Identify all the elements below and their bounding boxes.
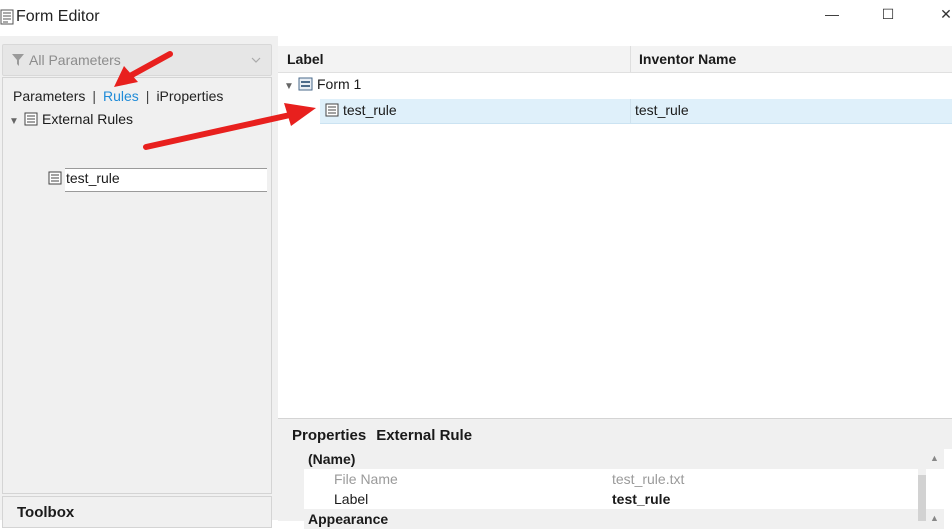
property-category-appearance[interactable]: Appearance ▲	[304, 509, 944, 529]
collapse-arrow-icon[interactable]: ▲	[930, 513, 939, 523]
form-tree-header: Label Inventor Name	[278, 46, 952, 73]
property-value: test_rule.txt	[612, 471, 685, 487]
tab-separator: |	[92, 88, 96, 104]
tree-item-label: External Rules	[42, 111, 134, 127]
filter-label: All Parameters	[29, 52, 121, 68]
property-row-label[interactable]: Label test_rule	[304, 489, 944, 509]
property-value-input[interactable]: test_rule	[612, 491, 670, 507]
tab-iproperties[interactable]: iProperties	[156, 88, 223, 104]
title-bar: Form Editor — ☐ ✕	[0, 0, 952, 36]
window-title: Form Editor	[16, 8, 100, 25]
rule-scroll-icon	[24, 112, 38, 126]
property-category-name[interactable]: (Name) ▲	[304, 449, 944, 469]
browser-tabs: Parameters | Rules | iProperties	[13, 88, 223, 104]
scrollbar-thumb[interactable]	[918, 475, 926, 521]
row-label-text: test_rule	[343, 102, 397, 118]
rule-scroll-icon	[325, 103, 339, 117]
column-header-inventor-name[interactable]: Inventor Name	[639, 51, 736, 67]
form-icon	[298, 77, 313, 91]
rule-scroll-icon	[48, 171, 62, 185]
toolbox-label: Toolbox	[17, 504, 75, 521]
toolbox-panel[interactable]: Toolbox	[2, 496, 272, 528]
properties-panel: Properties External Rule (Name) ▲ File Na…	[278, 418, 952, 529]
column-header-label[interactable]: Label	[287, 51, 324, 67]
maximize-button[interactable]: ☐	[874, 6, 902, 28]
parameter-filter-dropdown[interactable]: All Parameters	[2, 44, 272, 76]
collapse-arrow-icon[interactable]: ▲	[930, 453, 939, 463]
properties-heading: Properties	[292, 427, 367, 444]
properties-title: Properties External Rule	[292, 427, 482, 444]
category-label: (Name)	[308, 451, 356, 467]
form-design-pane: Label Inventor Name ▼ Form 1 test_rule t…	[278, 36, 952, 529]
left-pane: All Parameters Parameters | Rules | iPropert…	[0, 36, 274, 528]
expand-caret-icon[interactable]: ▼	[284, 81, 298, 92]
tree-item-external-rules[interactable]: ▼ External Rules	[9, 111, 133, 133]
filter-icon	[12, 54, 24, 66]
property-key: File Name	[334, 471, 398, 487]
row-inventor-name: test_rule	[635, 102, 689, 118]
property-key: Label	[334, 491, 369, 507]
expand-caret-icon[interactable]: ▼	[9, 116, 23, 127]
column-divider[interactable]	[630, 46, 631, 72]
properties-object-type: External Rule	[376, 427, 473, 444]
form-root-label: Form 1	[317, 76, 362, 92]
chevron-down-icon	[251, 57, 261, 63]
tree-item-label: test_rule	[66, 170, 120, 186]
tab-parameters[interactable]: Parameters	[13, 88, 85, 104]
minimize-button[interactable]: —	[818, 6, 846, 28]
parameter-browser: Parameters | Rules | iProperties ▼ External …	[2, 77, 272, 494]
property-row-file-name: File Name test_rule.txt	[304, 469, 944, 489]
form-tree-row-test-rule[interactable]: test_rule test_rule	[320, 99, 952, 124]
property-grid: (Name) ▲ File Name test_rule.txt Label t…	[304, 449, 952, 529]
tab-separator: |	[145, 88, 150, 104]
cell-divider	[630, 99, 631, 123]
form-editor-app-icon	[0, 9, 14, 25]
category-label: Appearance	[308, 511, 389, 527]
form-tree-root[interactable]: ▼ Form 1	[284, 76, 361, 98]
close-button[interactable]: ✕	[932, 6, 952, 28]
tab-rules[interactable]: Rules	[103, 88, 139, 104]
property-grid-scrollbar[interactable]	[918, 449, 926, 521]
row-label-cell: test_rule	[324, 102, 397, 118]
tree-item-test-rule[interactable]: test_rule	[47, 170, 120, 192]
editor-content: All Parameters Parameters | Rules | iPropert…	[0, 36, 952, 529]
